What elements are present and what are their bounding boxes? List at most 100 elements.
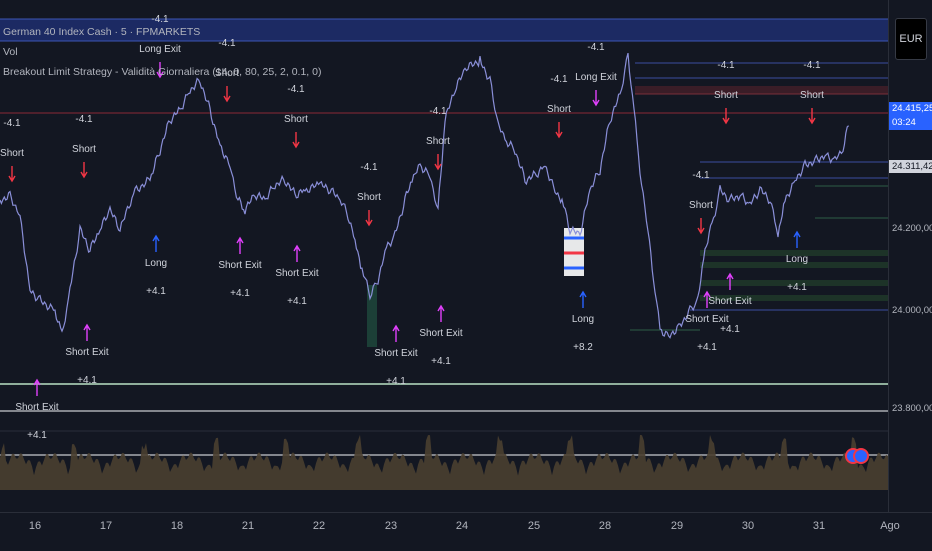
trade-label-text: Short: [72, 144, 96, 155]
trade-label-text: +4.1: [431, 356, 451, 367]
symbol-title[interactable]: German 40 Index Cash · 5 · FPMARKETS: [3, 22, 321, 42]
trade-label-text: Short: [714, 90, 738, 101]
trade-label-text: -4.1: [692, 170, 710, 181]
trade-label-text: +4.1: [386, 376, 406, 387]
pane-badge-icon[interactable]: [853, 448, 869, 464]
trade-label-text: -4.1: [717, 60, 735, 71]
trade-label-text: +4.1: [27, 430, 47, 441]
long-signal: Long +4.1: [145, 234, 167, 297]
trade-label-text: Short Exit: [708, 296, 752, 307]
trade-label-text: Short: [357, 192, 381, 203]
short-signal: -4.1 Short: [72, 114, 96, 179]
long-signal: Long +8.2: [572, 290, 594, 353]
arrow-up-icon: [293, 244, 301, 262]
arrow-down-icon: [80, 162, 88, 179]
trade-label-text: Short Exit: [275, 268, 319, 279]
arrow-down-icon: [223, 86, 231, 103]
trade-label-text: -4.1: [360, 162, 378, 173]
trade-label-text: Short: [284, 114, 308, 125]
arrow-down-icon: [434, 154, 442, 171]
arrow-down-icon: [808, 108, 816, 125]
short-signal: -4.1 Short: [800, 60, 824, 125]
long-signal: Long +4.1: [786, 230, 808, 293]
trade-label-text: +8.2: [573, 342, 593, 353]
short-signal: -4.1 Short: [426, 106, 450, 171]
arrow-down-icon: [592, 90, 600, 107]
trade-label-text: Short: [800, 90, 824, 101]
time-tick: 23: [384, 520, 398, 532]
arrow-up-icon: [33, 378, 41, 396]
short-signal: -4.1 Short: [689, 170, 713, 235]
time-tick: 17: [99, 520, 113, 532]
trade-label-text: Short Exit: [15, 402, 59, 413]
close-price-tag: 24.311,42: [889, 160, 932, 173]
level-zone: [635, 86, 888, 94]
trade-label-text: +4.1: [230, 288, 250, 299]
trade-label-text: -4.1: [587, 42, 605, 53]
short-exit-signal: Short Exit +4.1: [15, 378, 59, 441]
trade-label-text: -4.1: [75, 114, 93, 125]
trade-label-text: -4.1: [550, 74, 568, 85]
short-signal: -4.1 Short: [284, 84, 308, 149]
time-tick: 22: [312, 520, 326, 532]
volume-indicator-label[interactable]: Vol: [3, 42, 321, 62]
trade-label-text: Short: [0, 148, 24, 159]
short-exit-signal: Short Exit +4.1: [374, 324, 418, 387]
short-signal: -4.1 Short: [714, 60, 738, 125]
time-tick: Ago: [880, 520, 900, 532]
arrow-up-icon: [793, 230, 801, 248]
time-tick: 30: [741, 520, 755, 532]
price-tick: 24.200,00: [892, 223, 932, 234]
trade-label-text: +4.1: [77, 375, 97, 386]
time-tick: 28: [598, 520, 612, 532]
currency-button[interactable]: EUR: [895, 18, 927, 60]
short-exit-signal: Short Exit +4.1: [218, 236, 262, 299]
time-tick: 16: [28, 520, 42, 532]
volume-histogram: [0, 434, 888, 490]
price-tick: 23.800,00: [892, 403, 932, 414]
price-axis[interactable]: EUR 24.415,25 03:24 24.311,42 24.200,00 …: [888, 0, 932, 512]
trade-label-text: -4.1: [803, 60, 821, 71]
arrow-down-icon: [8, 166, 16, 183]
trade-label-text: -4.1: [3, 118, 21, 129]
trade-label-text: -4.1: [429, 106, 447, 117]
time-axis[interactable]: 16 17 18 21 22 23 24 25 28 29 30 31 Ago: [0, 512, 932, 551]
long-exit-signal: -4.1 Long Exit: [575, 42, 617, 107]
last-price-tag: 24.415,25: [889, 102, 932, 116]
arrow-up-icon: [392, 324, 400, 342]
trade-label-text: Long: [145, 258, 167, 269]
time-tick: 24: [455, 520, 469, 532]
time-tick: 25: [527, 520, 541, 532]
arrow-up-icon: [437, 304, 445, 322]
arrow-up-icon: [579, 290, 587, 308]
trade-label-text: +4.1: [697, 342, 717, 353]
arrow-down-icon: [697, 218, 705, 235]
time-tick: 31: [812, 520, 826, 532]
countdown-tag: 03:24: [889, 116, 932, 130]
arrow-down-icon: [292, 132, 300, 149]
arrow-up-icon: [236, 236, 244, 254]
trade-label-text: Short: [426, 136, 450, 147]
trade-label-text: +4.1: [287, 296, 307, 307]
short-exit-signal: Short Exit +4.1: [419, 304, 463, 367]
trade-label-text: +4.1: [787, 282, 807, 293]
arrow-up-icon: [152, 234, 160, 252]
trade-label-text: +4.1: [146, 286, 166, 297]
time-tick: 21: [241, 520, 255, 532]
short-signal: -4.1 Short: [357, 162, 381, 227]
trade-label-text: Short Exit: [419, 328, 463, 339]
arrow-down-icon: [722, 108, 730, 125]
trade-label-text: Short Exit: [65, 347, 109, 358]
price-tick: 24.000,00: [892, 305, 932, 316]
trade-label-text: Long: [572, 314, 594, 325]
time-tick: 29: [670, 520, 684, 532]
strategy-label[interactable]: Breakout Limit Strategy - Validità Giorn…: [3, 62, 321, 82]
arrow-down-icon: [555, 122, 563, 139]
arrow-up-icon: [83, 323, 91, 341]
short-exit-signal: Short Exit +4.1: [275, 244, 319, 307]
trade-label-text: Short Exit: [218, 260, 262, 271]
time-tick: 18: [170, 520, 184, 532]
trade-label-text: Short: [547, 104, 571, 115]
arrow-down-icon: [365, 210, 373, 227]
trade-label-text: +4.1: [720, 324, 740, 335]
